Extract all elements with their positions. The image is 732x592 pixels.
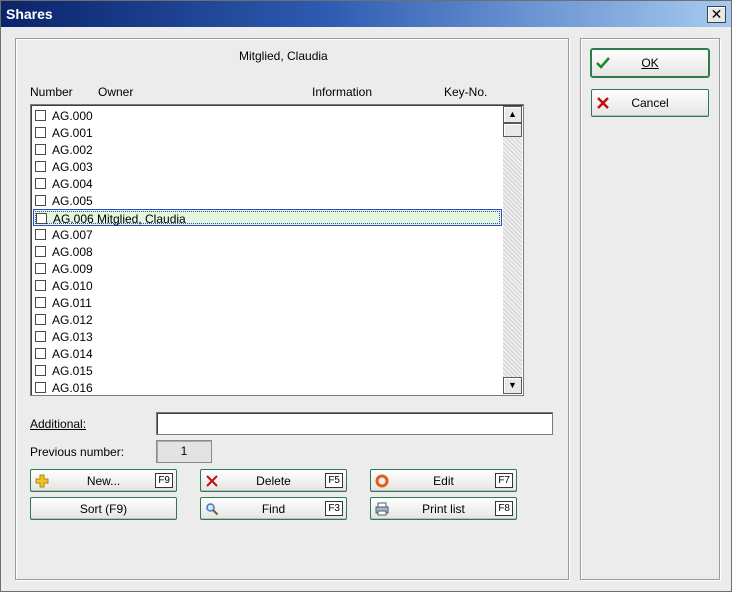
delete-button-label: Delete <box>256 474 291 488</box>
window-title: Shares <box>6 6 53 22</box>
table-row[interactable]: AG.009 <box>33 260 503 277</box>
row-checkbox[interactable] <box>35 229 46 240</box>
column-header-owner[interactable]: Owner <box>98 85 133 99</box>
edit-button-label: Edit <box>433 474 454 488</box>
table-row[interactable]: AG.010 <box>33 277 503 294</box>
sort-button[interactable]: Sort (F9) <box>30 497 177 520</box>
arrow-up-icon: ▲ <box>508 109 517 119</box>
delete-shortcut-key: F5 <box>325 473 343 488</box>
row-number: AG.013 <box>52 330 93 344</box>
print-list-button-label: Print list <box>422 502 465 516</box>
table-row[interactable]: AG.007 <box>33 226 503 243</box>
new-button-label: New... <box>86 474 121 488</box>
table-row[interactable]: AG.015 <box>33 362 503 379</box>
row-checkbox[interactable] <box>35 178 46 189</box>
row-owner: Mitglied, Claudia <box>97 212 186 226</box>
scroll-thumb[interactable] <box>503 123 522 137</box>
table-row[interactable]: AG.002 <box>33 141 503 158</box>
row-checkbox[interactable] <box>35 314 46 325</box>
additional-input[interactable] <box>156 412 553 435</box>
table-row[interactable]: AG.000 <box>33 107 503 124</box>
title-bar[interactable]: Shares ✕ <box>1 1 731 27</box>
row-number: AG.009 <box>52 262 93 276</box>
table-row[interactable]: AG.005 <box>33 192 503 209</box>
column-header-information[interactable]: Information <box>312 85 372 99</box>
row-number: AG.010 <box>52 279 93 293</box>
find-button[interactable]: Find F3 <box>200 497 347 520</box>
close-icon: ✕ <box>710 6 723 22</box>
row-checkbox[interactable] <box>36 213 47 224</box>
row-number: AG.000 <box>52 109 93 123</box>
row-checkbox[interactable] <box>35 161 46 172</box>
print-list-button[interactable]: Print list F8 <box>370 497 517 520</box>
row-number: AG.016 <box>52 381 93 395</box>
scroll-up-button[interactable]: ▲ <box>503 106 522 123</box>
table-row[interactable]: AG.014 <box>33 345 503 362</box>
table-row[interactable]: AG.004 <box>33 175 503 192</box>
close-button[interactable]: ✕ <box>707 6 726 23</box>
cancel-button-label: Cancel <box>631 96 669 110</box>
row-checkbox[interactable] <box>35 297 46 308</box>
table-row[interactable]: AG.012 <box>33 311 503 328</box>
table-row[interactable]: AG.003 <box>33 158 503 175</box>
row-checkbox[interactable] <box>35 263 46 274</box>
table-row[interactable]: AG.008 <box>33 243 503 260</box>
row-checkbox[interactable] <box>35 331 46 342</box>
row-checkbox[interactable] <box>35 365 46 376</box>
row-number: AG.007 <box>52 228 93 242</box>
shares-dialog: Shares ✕ Mitglied, Claudia Number Owner … <box>0 0 732 592</box>
row-checkbox[interactable] <box>35 110 46 121</box>
row-number: AG.008 <box>52 245 93 259</box>
shares-list[interactable]: AG.000 AG.001 AG.002 AG.003 AG.004 AG.005 AG.0… <box>30 104 524 396</box>
row-number: AG.014 <box>52 347 93 361</box>
table-row[interactable]: AG.016 <box>33 379 503 395</box>
sort-button-label: Sort (F9) <box>79 502 128 516</box>
vertical-scrollbar[interactable]: ▲ ▼ <box>503 106 522 394</box>
owner-caption: Mitglied, Claudia <box>239 49 328 63</box>
row-number: AG.002 <box>52 143 93 157</box>
previous-number-value: 1 <box>156 440 212 463</box>
new-button[interactable]: New... F9 <box>30 469 177 492</box>
row-checkbox[interactable] <box>35 382 46 393</box>
row-checkbox[interactable] <box>35 144 46 155</box>
row-checkbox[interactable] <box>35 246 46 257</box>
row-checkbox[interactable] <box>35 195 46 206</box>
additional-label: Additional: <box>30 417 87 431</box>
row-number: AG.005 <box>52 194 93 208</box>
action-panel <box>580 38 720 580</box>
row-number: AG.003 <box>52 160 93 174</box>
ok-button[interactable]: OK <box>591 49 709 77</box>
row-number: AG.001 <box>52 126 93 140</box>
row-number: AG.012 <box>52 313 93 327</box>
cancel-button[interactable]: Cancel <box>591 89 709 117</box>
scroll-down-button[interactable]: ▼ <box>503 377 522 394</box>
ok-button-label: OK <box>641 56 659 70</box>
row-number: AG.015 <box>52 364 93 378</box>
edit-shortcut-key: F7 <box>495 473 513 488</box>
arrow-down-icon: ▼ <box>508 380 517 390</box>
row-checkbox[interactable] <box>35 280 46 291</box>
row-number: AG.011 <box>52 296 92 310</box>
row-number: AG.004 <box>52 177 93 191</box>
table-row[interactable]: AG.001 <box>33 124 503 141</box>
previous-number-label: Previous number: <box>30 445 125 459</box>
delete-button[interactable]: Delete F5 <box>200 469 347 492</box>
column-header-key-no[interactable]: Key-No. <box>444 85 487 99</box>
table-row[interactable]: AG.013 <box>33 328 503 345</box>
print-shortcut-key: F8 <box>495 501 513 516</box>
row-number: AG.006 <box>53 212 94 226</box>
new-shortcut-key: F9 <box>155 473 173 488</box>
edit-button[interactable]: Edit F7 <box>370 469 517 492</box>
row-checkbox[interactable] <box>35 127 46 138</box>
column-header-number[interactable]: Number <box>30 85 73 99</box>
row-checkbox[interactable] <box>35 348 46 359</box>
find-button-label: Find <box>261 502 286 516</box>
table-row[interactable]: AG.011 <box>33 294 503 311</box>
table-row[interactable]: AG.006 Mitglied, Claudia <box>33 209 502 226</box>
find-shortcut-key: F3 <box>325 501 343 516</box>
